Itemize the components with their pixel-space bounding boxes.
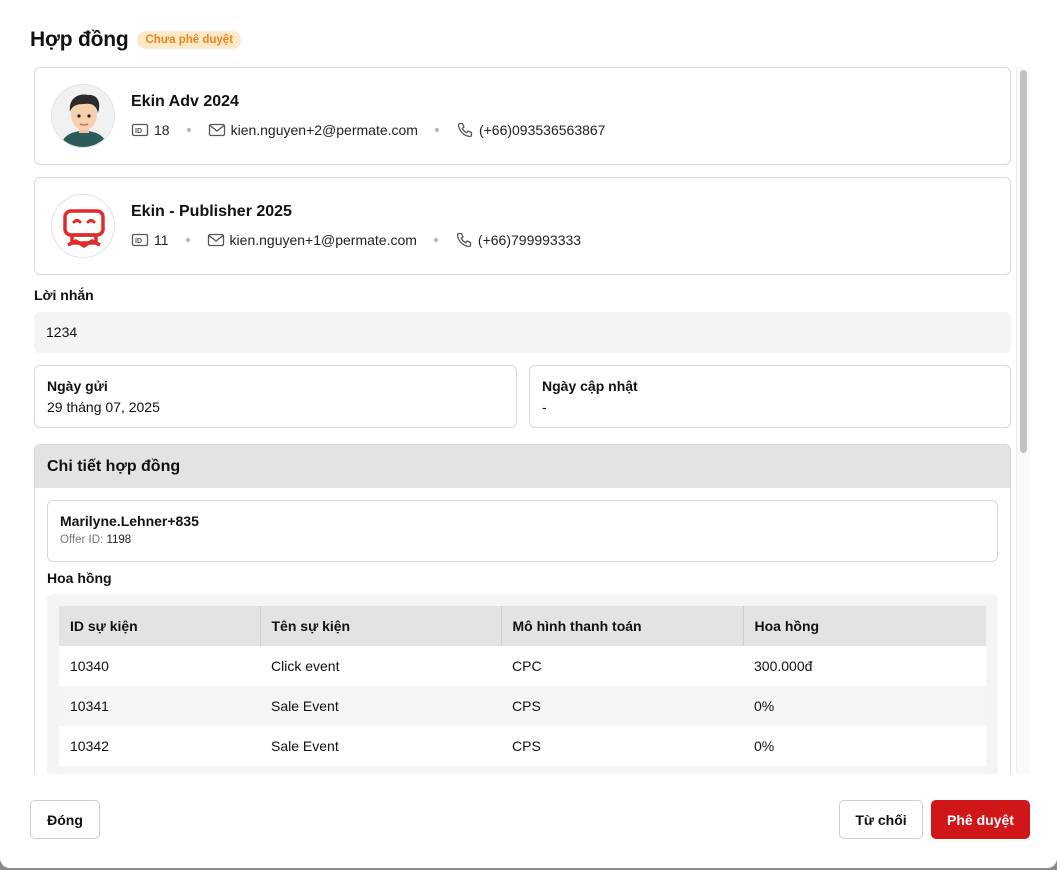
advertiser-card: Ekin Adv 2024 ID 18 kien.nguyen+2@permat… (34, 67, 1011, 165)
col-header-commission: Hoa hồng (743, 606, 986, 646)
col-header-payment-model: Mô hình thanh toán (501, 606, 744, 646)
cell-payment-model: CPS (512, 738, 541, 754)
cell-event-id: 10342 (70, 738, 109, 754)
cell-event-name: Sale Event (271, 738, 339, 754)
id-icon: ID (131, 121, 149, 139)
publisher-card: Ekin - Publisher 2025 ID 11 kien.nguyen+… (34, 177, 1011, 275)
status-badge: Chưa phê duyệt (137, 31, 242, 49)
updated-date-value: - (542, 399, 547, 415)
advertiser-avatar (51, 84, 115, 148)
col-header-event-id: ID sự kiện (59, 606, 261, 646)
table-row: 10342 Sale Event CPS 0% (59, 726, 986, 766)
phone-icon (456, 121, 474, 139)
advertiser-info: ID 18 kien.nguyen+2@permate.com (+66)093… (131, 121, 605, 139)
reject-button[interactable]: Từ chối (839, 800, 923, 839)
cell-payment-model (501, 766, 743, 774)
cell-commission: 0% (754, 738, 775, 754)
updated-date-box: Ngày cập nhật - (529, 365, 1011, 428)
publisher-email: kien.nguyen+1@permate.com (229, 232, 417, 248)
table-header-row: ID sự kiện Tên sự kiện Mô hình thanh toá… (59, 606, 986, 646)
message-value: 1234 (34, 312, 1011, 353)
page-title: Hợp đồng (30, 28, 129, 51)
commission-table: ID sự kiện Tên sự kiện Mô hình thanh toá… (59, 606, 986, 774)
svg-text:ID: ID (135, 128, 142, 135)
cell-event-id: 10341 (59, 686, 260, 726)
modal-body[interactable]: Ekin Adv 2024 ID 18 kien.nguyen+2@permat… (34, 67, 1011, 774)
contract-detail-section: Chi tiết hợp đồng Marilyne.Lehner+835 Of… (34, 444, 1011, 774)
cell-payment-model: CPC (512, 658, 542, 674)
publisher-info: ID 11 kien.nguyen+1@permate.com (+66)799… (131, 231, 581, 249)
cell-event-name (260, 766, 501, 774)
advertiser-email: kien.nguyen+2@permate.com (230, 122, 418, 138)
sent-date-value: 29 tháng 07, 2025 (47, 399, 160, 415)
advertiser-phone: (+66)093536563867 (478, 122, 606, 138)
cell-event-id: 10340 (70, 658, 109, 674)
cell-event-name: Click event (271, 658, 340, 674)
sent-date-box: Ngày gửi 29 tháng 07, 2025 (34, 365, 517, 428)
modal-footer: Đóng Từ chối Phê duyệt (0, 774, 1057, 868)
commission-label: Hoa hồng (47, 570, 112, 586)
modal-header: Hợp đồng Chưa phê duyệt (30, 27, 242, 53)
table-row: 10341 Sale Event CPS 0% (59, 686, 986, 726)
publisher-id: 11 (154, 232, 169, 248)
approve-button[interactable]: Phê duyệt (931, 800, 1030, 839)
col-header-event-name: Tên sự kiện (260, 606, 502, 646)
avatar-person-icon (52, 85, 114, 147)
sent-date-label: Ngày gửi (47, 378, 108, 394)
table-row (59, 766, 986, 774)
phone-icon (455, 231, 473, 249)
close-button[interactable]: Đóng (30, 800, 100, 839)
cell-event-id (59, 766, 260, 774)
publisher-name: Ekin - Publisher 2025 (131, 203, 292, 220)
cell-commission: 300.000đ (754, 658, 813, 674)
publisher-avatar (51, 194, 115, 258)
publisher-phone: (+66)799993333 (477, 232, 582, 248)
offer-name: Marilyne.Lehner+835 (60, 513, 199, 529)
mail-icon (208, 121, 226, 139)
advertiser-name: Ekin Adv 2024 (131, 93, 239, 110)
table-row: 10340 Click event CPC 300.000đ (59, 646, 986, 686)
robot-logo-icon (52, 195, 114, 257)
vertical-scrollbar[interactable] (1016, 67, 1030, 774)
cell-commission (743, 766, 986, 774)
contract-modal: Hợp đồng Chưa phê duyệt Ekin Adv 2024 ID… (0, 0, 1057, 868)
offer-id-value: 1198 (106, 534, 132, 546)
mail-icon (207, 231, 225, 249)
commission-table-wrap: ID sự kiện Tên sự kiện Mô hình thanh toá… (47, 594, 998, 774)
id-icon: ID (131, 231, 149, 249)
updated-date-label: Ngày cập nhật (542, 378, 638, 394)
offer-id-label: Offer ID: (60, 534, 104, 546)
advertiser-id: 18 (154, 122, 170, 138)
offer-id-line: Offer ID: 1198 (60, 534, 985, 546)
message-label: Lời nhắn (34, 287, 94, 303)
cell-event-name: Sale Event (260, 686, 501, 726)
contract-detail-title: Chi tiết hợp đồng (35, 445, 1010, 488)
cell-payment-model: CPS (501, 686, 743, 726)
offer-card: Marilyne.Lehner+835 Offer ID: 1198 (47, 500, 998, 562)
svg-text:ID: ID (135, 238, 142, 245)
scrollbar-thumb[interactable] (1020, 70, 1027, 453)
cell-commission: 0% (743, 686, 986, 726)
